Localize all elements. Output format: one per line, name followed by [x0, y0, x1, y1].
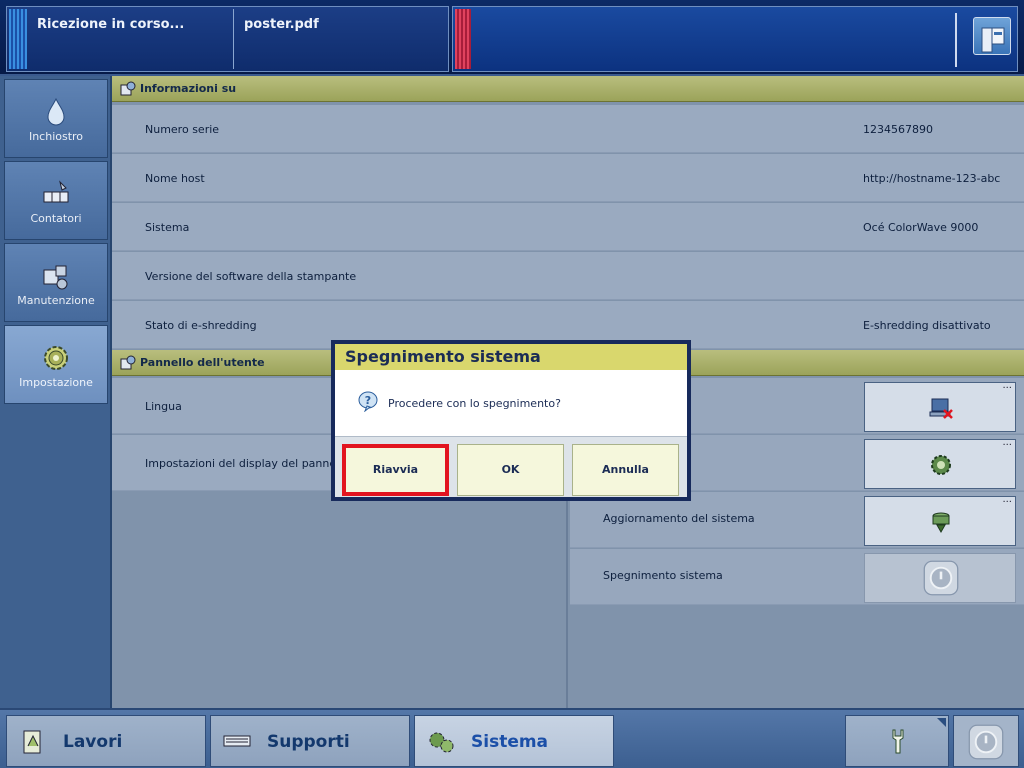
dialog-body: ? Procedere con lo spegnimento?	[335, 370, 687, 436]
sidebar-item-settings[interactable]: Impostazione	[4, 325, 108, 404]
system-row-label: Aggiornamento del sistema	[603, 512, 755, 525]
sidebar-item-maintenance[interactable]: Manutenzione	[4, 243, 108, 322]
system-icon	[429, 732, 454, 753]
remote-computer-icon	[929, 398, 953, 419]
sidebar-item-counters[interactable]: Contatori	[4, 161, 108, 240]
wrench-icon	[892, 729, 904, 754]
question-icon: ?	[358, 391, 378, 412]
info-row-system: Sistema Océ ColorWave 9000	[112, 203, 1024, 251]
sidebar: Inchiostro Contatori Manutenzione Impost…	[0, 76, 112, 708]
more-indicator: ...	[1002, 437, 1012, 448]
status-message: Ricezione in corso...	[37, 17, 185, 32]
remote-access-button[interactable]: ...	[864, 380, 1016, 432]
header: Ricezione in corso... poster.pdf	[0, 0, 1024, 76]
dialog-title-bar: Spegnimento sistema	[335, 344, 687, 370]
cancel-button[interactable]: Annulla	[572, 444, 679, 496]
shutdown-button[interactable]	[864, 553, 1016, 603]
status-divider	[233, 9, 234, 69]
tools-button[interactable]	[845, 715, 949, 767]
info-label: Versione del software della stampante	[145, 270, 357, 283]
printer-status-stripe	[455, 9, 471, 69]
printer-status-divider	[955, 13, 957, 67]
printer-button[interactable]	[973, 17, 1011, 55]
section-title: Pannello dell'utente	[140, 356, 265, 369]
info-label: Numero serie	[145, 123, 220, 136]
power-button[interactable]	[953, 715, 1019, 767]
sidebar-item-ink[interactable]: Inchiostro	[4, 79, 108, 158]
status-filename: poster.pdf	[244, 17, 319, 32]
info-label: Nome host	[145, 172, 205, 185]
printer-status-panel[interactable]	[452, 6, 1018, 72]
power-icon	[968, 724, 1004, 760]
tools-corner-indicator	[937, 718, 946, 727]
tab-label: Supporti	[267, 732, 350, 752]
sidebar-item-label: Inchiostro	[28, 130, 84, 143]
system-gear-icon	[931, 455, 951, 475]
restart-button[interactable]: Riavvia	[342, 444, 449, 496]
info-value: E-shredding disattivato	[863, 319, 991, 332]
tab-label: Sistema	[471, 732, 549, 752]
dialog-button-bar: Riavvia OK Annulla	[335, 436, 687, 497]
jobs-icon	[23, 730, 41, 754]
cancel-button-label: Annulla	[602, 463, 649, 476]
printer-icon	[981, 27, 1005, 53]
sidebar-item-label: Impostazione	[19, 376, 93, 389]
footer: Lavori Supporti Sistema	[0, 708, 1024, 768]
info-label: Sistema	[145, 221, 190, 234]
tab-media[interactable]: Supporti	[210, 715, 410, 767]
shutdown-dialog: Spegnimento sistema ? Procedere con lo s…	[331, 340, 691, 501]
info-value: http://hostname-123-abc	[863, 172, 1001, 185]
info-section-icon	[120, 81, 136, 96]
tab-label: Lavori	[63, 732, 123, 752]
system-row-shutdown: Spegnimento sistema	[570, 549, 1024, 605]
info-value: 1234567890	[863, 123, 933, 136]
gear-icon	[44, 346, 68, 370]
ink-drop-icon	[47, 97, 65, 126]
status-stripe	[9, 9, 27, 69]
ok-button[interactable]: OK	[457, 444, 564, 496]
section-header-info: Informazioni su	[112, 76, 1024, 102]
info-value: Océ ColorWave 9000	[863, 221, 979, 234]
info-label: Stato di e-shredding	[145, 319, 257, 332]
dialog-message: Procedere con lo spegnimento?	[388, 397, 561, 410]
restart-button-label: Riavvia	[372, 463, 419, 476]
sidebar-item-label: Manutenzione	[17, 294, 95, 307]
job-status-panel[interactable]: Ricezione in corso... poster.pdf	[6, 6, 449, 72]
user-row-label: Lingua	[145, 400, 182, 413]
user-panel-section-icon	[120, 355, 136, 370]
section-title: Informazioni su	[140, 82, 237, 95]
info-row-software-version: Versione del software della stampante	[112, 252, 1024, 300]
system-configuration-button[interactable]: ...	[864, 437, 1016, 489]
system-update-button[interactable]: ...	[864, 494, 1016, 546]
more-indicator: ...	[1002, 380, 1012, 391]
power-icon	[923, 560, 959, 596]
counters-icon	[43, 180, 69, 203]
dialog-title: Spegnimento sistema	[345, 347, 541, 366]
tab-system[interactable]: Sistema	[414, 715, 614, 767]
info-row-serial: Numero serie 1234567890	[112, 105, 1024, 153]
system-row-label: Spegnimento sistema	[603, 569, 723, 582]
ok-button-label: OK	[501, 463, 520, 476]
more-indicator: ...	[1002, 494, 1012, 505]
media-icon	[223, 735, 251, 747]
tab-jobs[interactable]: Lavori	[6, 715, 206, 767]
svg-text:?: ?	[365, 394, 371, 407]
maintenance-icon	[43, 265, 68, 290]
sidebar-item-label: Contatori	[30, 212, 82, 225]
info-row-hostname: Nome host http://hostname-123-abc	[112, 154, 1024, 202]
system-update-icon	[932, 512, 950, 534]
